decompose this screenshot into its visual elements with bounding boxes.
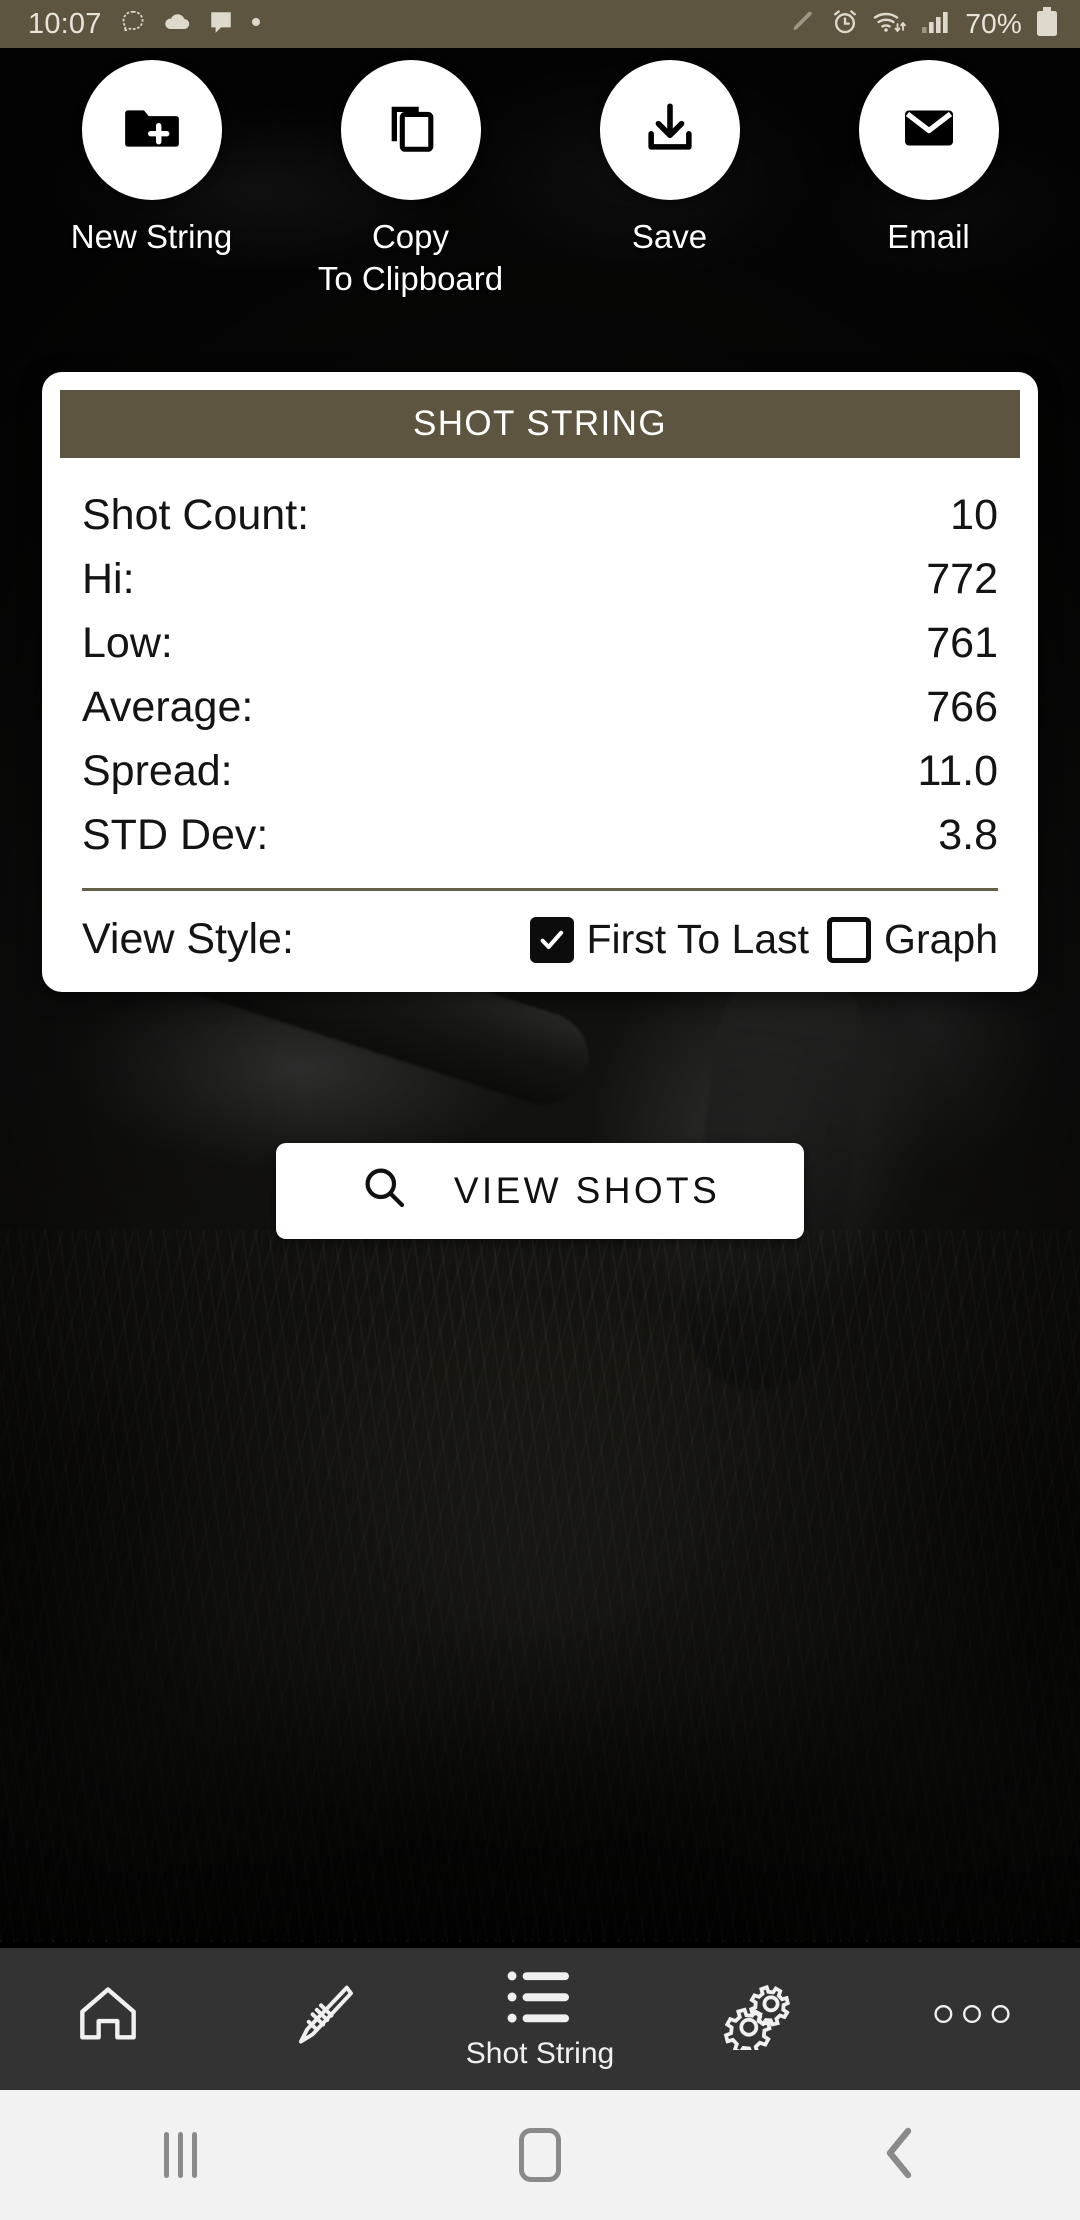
system-navigation-bar [0,2090,1080,2220]
folder-plus-icon [121,97,183,164]
stat-value: 766 [926,683,998,731]
status-bar-system-icons: 70% [789,6,1058,42]
graph-label: Graph [884,916,998,962]
view-shots-button[interactable]: VIEW SHOTS [276,1143,804,1239]
view-style-option-graph[interactable]: Graph [827,916,998,963]
stat-value: 761 [926,619,998,667]
new-string-button[interactable]: New String [42,60,262,258]
save-button-circle[interactable] [599,60,740,200]
stat-value: 772 [926,555,998,603]
cloud-icon [162,10,192,39]
stat-label: Average: [82,683,254,731]
system-home-button[interactable] [360,2128,720,2182]
stat-row: Spread: 11.0 [82,740,998,804]
shot-string-card: SHOT STRING Shot Count: 10 Hi: 772 Low: … [42,372,1038,992]
stats-list: Shot Count: 10 Hi: 772 Low: 761 Average:… [60,458,1020,868]
view-shots-label: VIEW SHOTS [453,1170,721,1211]
stat-row: Average: 766 [82,676,998,740]
save-label: Save [631,218,708,255]
view-style-options: First To Last Graph [529,916,998,963]
new-string-label: New String [70,218,233,255]
more-dots-icon [933,2000,1011,2033]
pencil-icon [789,8,817,41]
recents-icon [163,2132,197,2178]
card-title: SHOT STRING [413,404,667,443]
copy-to-clipboard-label: Copy To Clipboard [317,218,504,298]
signal-icon [921,9,951,40]
message-icon [208,9,234,40]
copy-to-clipboard-button[interactable]: Copy To Clipboard [301,60,521,300]
stat-value: 10 [950,491,998,539]
nav-item-shot-string[interactable]: Shot String [432,1948,648,2090]
status-bar-notification-icons [120,9,262,40]
notification-bubble-icon [120,9,146,40]
stat-label: Low: [82,619,173,667]
system-back-button[interactable] [720,2125,1080,2186]
background-vignette [0,48,1080,1940]
top-action-row: New String Copy To Clipboard Save Email [0,60,1080,300]
rifle-icon [288,1978,360,2055]
stat-label: Spread: [82,747,233,795]
nav-item-home[interactable] [0,1948,216,2090]
view-style-row: View Style: First To Last Graph [60,891,1020,966]
stat-label: Shot Count: [82,491,310,539]
back-chevron-icon [878,2125,922,2186]
stat-row: Hi: 772 [82,548,998,612]
envelope-icon [899,98,959,163]
new-string-button-circle[interactable] [81,60,222,200]
dot-icon [250,15,262,33]
stat-row: STD Dev: 3.8 [82,804,998,868]
card-divider [82,888,998,891]
stat-label: Hi: [82,555,135,603]
email-button[interactable]: Email [819,60,1039,258]
gears-icon [720,1978,792,2056]
nav-item-settings[interactable] [648,1948,864,2090]
status-bar-clock: 10:07 [28,7,102,40]
bottom-navigation-bar: Shot String [0,1948,1080,2090]
battery-icon [1036,6,1058,42]
stat-value: 3.8 [938,811,998,859]
card-header: SHOT STRING [60,390,1020,458]
email-button-circle[interactable] [858,60,999,200]
wifi-icon [873,9,907,40]
nav-item-more[interactable] [864,1948,1080,2090]
download-icon [641,99,699,162]
system-recents-button[interactable] [0,2132,360,2178]
phone-screen: 10:07 70% New String Copy To Clipboard S… [0,0,1080,2220]
save-button[interactable]: Save [560,60,780,258]
stat-row: Low: 761 [82,612,998,676]
search-icon [360,1163,408,1220]
copy-to-clipboard-button-circle[interactable] [340,60,481,200]
list-icon [505,1968,575,2031]
graph-checkbox[interactable] [827,916,872,963]
email-label: Email [887,218,970,255]
stat-row: Shot Count: 10 [82,484,998,548]
first-to-last-checkbox[interactable] [529,916,574,963]
view-style-option-first-to-last[interactable]: First To Last [529,916,810,963]
status-bar: 10:07 70% [0,0,1080,48]
copy-icon [382,99,440,162]
nav-item-rifle[interactable] [216,1948,432,2090]
first-to-last-label: First To Last [586,916,810,962]
view-style-label: View Style: [82,915,294,963]
home-icon [73,1979,143,2054]
alarm-icon [831,8,859,41]
nav-item-shot-string-label: Shot String [465,2036,615,2070]
battery-percent-label: 70% [965,8,1022,39]
stat-label: STD Dev: [82,811,269,859]
stat-value: 11.0 [917,747,999,795]
home-pill-icon [519,2128,561,2182]
